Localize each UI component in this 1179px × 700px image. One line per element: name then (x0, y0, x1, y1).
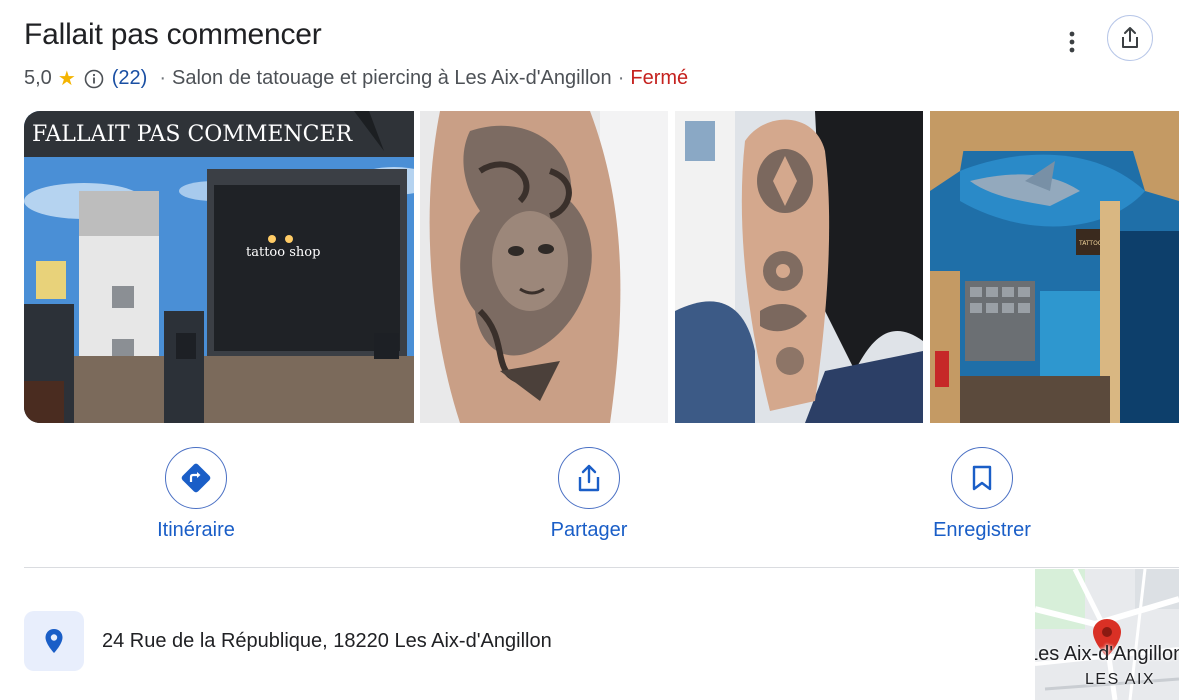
more-vert-icon (1069, 31, 1075, 53)
directions-button[interactable] (165, 447, 227, 509)
address-text[interactable]: 24 Rue de la République, 18220 Les Aix-d… (102, 630, 552, 653)
storefront-sign-text: FALLAIT PAS COMMENCER (32, 122, 354, 147)
map-town-label: Les Aix-d'Angillon (1035, 643, 1179, 665)
bookmark-icon (972, 465, 992, 491)
map-thumbnail[interactable]: Les Aix-d'Angillon LES AIX (1035, 569, 1179, 700)
directions-action[interactable]: Itinéraire (126, 447, 266, 542)
directions-icon (181, 463, 211, 493)
place-meta-row: 5,0 ★ (22) · Salon de tatouage et pierci… (24, 66, 688, 91)
share-label: Partager (550, 519, 628, 541)
photo-shop-interior[interactable]: TATTOO SHOP (930, 111, 1179, 423)
share-button[interactable] (558, 447, 620, 509)
directions-label: Itinéraire (157, 519, 235, 541)
share-action[interactable]: Partager (519, 447, 659, 542)
photo-storefront[interactable]: FALLAIT PAS COMMENCER tattoo shop (24, 111, 414, 423)
map-sub-label: LES AIX (1085, 671, 1156, 688)
place-category: Salon de tatouage et piercing à Les Aix-… (172, 67, 612, 89)
info-icon[interactable] (84, 69, 104, 89)
more-options-button[interactable] (1056, 28, 1088, 56)
open-status: Fermé (630, 67, 689, 89)
save-button[interactable] (951, 447, 1013, 509)
save-label: Enregistrer (933, 519, 1031, 541)
photo-tattoo-arm[interactable] (675, 111, 923, 423)
review-count-link[interactable]: (22) (112, 67, 148, 90)
separator: · (617, 67, 625, 89)
divider (24, 567, 1179, 568)
location-pin-icon (45, 629, 63, 653)
share-top-button[interactable] (1107, 15, 1153, 61)
share-icon (578, 464, 600, 492)
share-icon (1122, 27, 1138, 48)
place-title: Fallait pas commencer (24, 18, 322, 51)
save-action[interactable]: Enregistrer (912, 447, 1052, 542)
rating-value: 5,0 (24, 67, 52, 89)
window-text: tattoo shop (246, 245, 320, 260)
star-icon: ★ (57, 68, 76, 90)
address-icon-box (24, 611, 84, 671)
photo-tattoo-medusa[interactable] (420, 111, 668, 423)
separator: · (159, 67, 166, 89)
